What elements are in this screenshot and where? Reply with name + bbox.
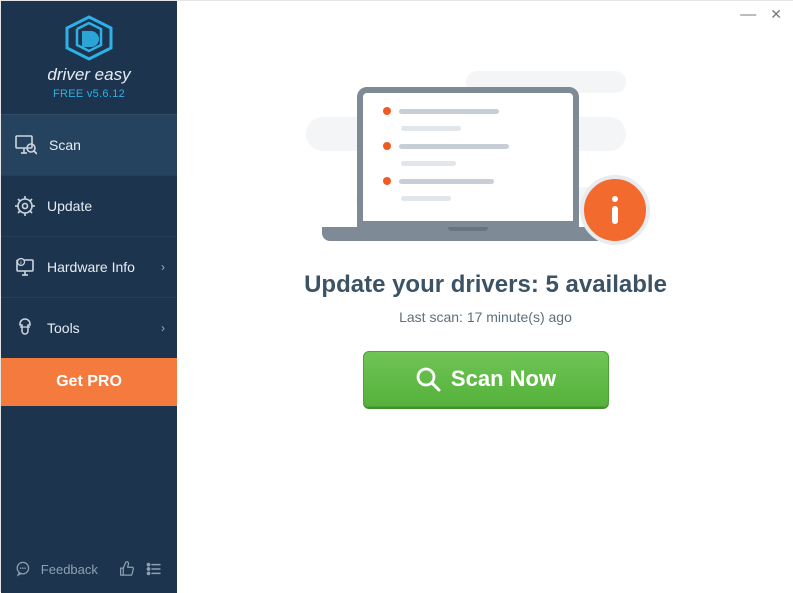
last-scan-text: Last scan: 17 minute(s) ago xyxy=(399,309,572,325)
headline: Update your drivers: 5 available xyxy=(304,271,667,299)
nav-hardware-label: Hardware Info xyxy=(47,259,135,275)
scan-now-label: Scan Now xyxy=(451,366,556,392)
title-bar: — ✕ xyxy=(730,1,792,29)
nav-update[interactable]: Update xyxy=(1,175,177,236)
minimize-button[interactable]: — xyxy=(740,7,756,23)
gear-icon xyxy=(15,196,35,216)
laptop-illustration xyxy=(357,87,614,241)
thumbs-up-icon[interactable] xyxy=(118,559,136,579)
headline-prefix: Update your drivers: xyxy=(304,271,545,298)
scan-icon xyxy=(15,135,37,155)
headline-count: 5 xyxy=(545,271,558,298)
get-pro-label: Get PRO xyxy=(56,373,122,391)
product-version: FREE v5.6.12 xyxy=(1,88,177,100)
sidebar: driver easy FREE v5.6.12 Scan xyxy=(1,1,177,593)
chevron-right-icon: › xyxy=(161,321,165,335)
logo-icon xyxy=(63,15,115,61)
magnifier-icon xyxy=(415,366,441,392)
nav-update-label: Update xyxy=(47,198,92,214)
info-badge-icon xyxy=(580,175,650,245)
nav-hardware-info[interactable]: i Hardware Info › xyxy=(1,236,177,297)
get-pro-button[interactable]: Get PRO xyxy=(1,358,177,406)
main-panel: Update your drivers: 5 available Last sc… xyxy=(177,1,793,593)
sidebar-footer: Feedback xyxy=(1,549,177,593)
nav-scan-label: Scan xyxy=(49,137,81,153)
nav-tools-label: Tools xyxy=(47,320,80,336)
scan-now-button[interactable]: Scan Now xyxy=(363,351,609,407)
nav-tools[interactable]: Tools › xyxy=(1,297,177,358)
nav-scan[interactable]: Scan xyxy=(1,114,177,175)
close-button[interactable]: ✕ xyxy=(770,7,782,23)
hardware-info-icon: i xyxy=(15,257,35,277)
brand-block: driver easy FREE v5.6.12 xyxy=(1,1,177,108)
nav: Scan Update i Ha xyxy=(1,114,177,406)
chat-icon xyxy=(15,560,31,578)
feedback-link[interactable]: Feedback xyxy=(41,562,98,577)
tools-icon xyxy=(15,318,35,338)
menu-icon[interactable] xyxy=(145,559,163,579)
headline-suffix: available xyxy=(559,271,667,298)
product-name: driver easy xyxy=(1,65,177,85)
chevron-right-icon: › xyxy=(161,260,165,274)
